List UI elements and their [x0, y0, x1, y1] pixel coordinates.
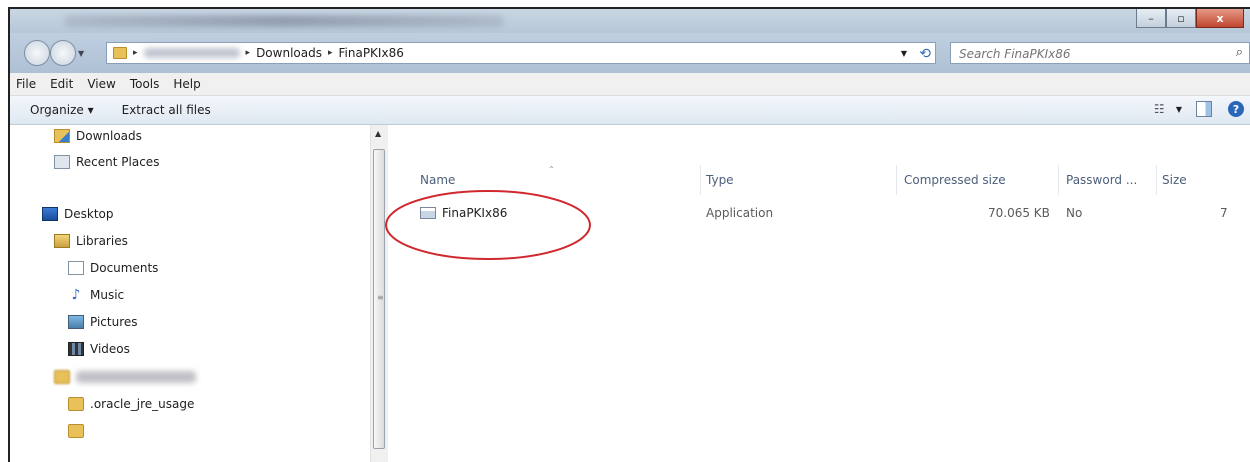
window-controls: – ▫ x — [1136, 9, 1244, 28]
nav-item-label: Videos — [90, 342, 130, 356]
search-input[interactable] — [957, 44, 1221, 64]
file-type-cell: Application — [706, 206, 774, 220]
column-divider[interactable] — [700, 165, 701, 195]
menu-help[interactable]: Help — [173, 77, 200, 91]
command-bar: Organize ▾ Extract all files ☷ ▼ ? — [10, 96, 1250, 125]
address-box[interactable]: ▸ ▸ Downloads ▸ FinaPKIx86 ▼ ⟲ — [106, 42, 936, 64]
change-view-icon[interactable]: ☷ — [1154, 102, 1172, 116]
nav-item-pictures[interactable]: Pictures — [68, 315, 138, 329]
maximize-button[interactable]: ▫ — [1166, 9, 1196, 28]
sort-ascending-icon: ⌃ — [548, 165, 555, 174]
file-name: FinaPKIx86 — [442, 206, 508, 220]
documents-icon — [68, 261, 84, 275]
desktop-icon — [42, 207, 58, 221]
recent-pages-dropdown-icon[interactable]: ▼ — [78, 49, 84, 58]
menu-edit[interactable]: Edit — [50, 77, 73, 91]
nav-item-label: Documents — [90, 261, 159, 275]
back-button[interactable] — [24, 40, 50, 66]
nav-item-documents[interactable]: Documents — [68, 261, 158, 275]
file-list: Name ⌃ Type Compressed size Password ...… — [388, 125, 1250, 462]
application-icon — [420, 207, 436, 219]
nav-item-label: Music — [90, 288, 125, 302]
help-icon[interactable]: ? — [1228, 101, 1244, 117]
nav-item-videos[interactable]: Videos — [68, 342, 130, 356]
forward-button[interactable] — [50, 40, 76, 66]
recent-places-icon — [54, 155, 70, 169]
nav-item-user-folder[interactable] — [54, 370, 196, 384]
nav-item-recent-places[interactable]: Recent Places — [54, 155, 159, 169]
nav-item-downloads[interactable]: Downloads — [54, 129, 142, 143]
blurred-window-title — [64, 15, 504, 27]
folder-icon — [68, 397, 84, 411]
scroll-thumb[interactable]: ≡ — [373, 149, 385, 449]
breadcrumb-separator-icon[interactable]: ▸ — [328, 48, 333, 58]
breadcrumb-finapkix86[interactable]: FinaPKIx86 — [339, 46, 404, 60]
videos-icon — [68, 342, 84, 356]
blurred-user-name — [76, 371, 196, 383]
nav-item-label: Downloads — [76, 129, 142, 143]
menu-file[interactable]: File — [16, 77, 36, 91]
nav-item-music[interactable]: ♪ Music — [68, 287, 125, 303]
folder-icon — [54, 370, 70, 384]
column-divider[interactable] — [1058, 165, 1059, 195]
column-header-size[interactable]: Size — [1162, 173, 1187, 187]
close-button[interactable]: x — [1196, 9, 1244, 28]
address-dropdown-icon[interactable]: ▼ — [901, 49, 907, 58]
music-icon: ♪ — [71, 287, 81, 303]
size-cell: 7 — [1220, 206, 1228, 220]
folder-icon — [68, 424, 84, 438]
breadcrumb-downloads[interactable]: Downloads — [256, 46, 322, 60]
menu-view[interactable]: View — [87, 77, 115, 91]
blurred-user-breadcrumb[interactable] — [143, 48, 240, 58]
column-divider[interactable] — [1156, 165, 1157, 195]
menu-bar: File Edit View Tools Help — [10, 73, 1250, 96]
scroll-up-icon[interactable]: ▲ — [375, 129, 381, 138]
search-icon[interactable]: ⌕ — [1236, 45, 1243, 60]
downloads-folder-icon — [54, 129, 70, 143]
navigation-pane: Downloads Recent Places Desktop Librarie… — [10, 125, 390, 462]
nav-item-desktop[interactable]: Desktop — [42, 207, 114, 221]
nav-item-label: Desktop — [64, 207, 114, 221]
password-cell: No — [1066, 206, 1083, 220]
folder-icon — [113, 47, 127, 59]
nav-item-label: Pictures — [90, 315, 138, 329]
menu-tools[interactable]: Tools — [130, 77, 160, 91]
breadcrumb-separator-icon[interactable]: ▸ — [246, 48, 251, 58]
libraries-icon — [54, 234, 70, 248]
file-name-cell[interactable]: FinaPKIx86 — [420, 206, 507, 220]
nav-item-partial-folder[interactable] — [68, 424, 90, 438]
view-dropdown-icon[interactable]: ▼ — [1176, 105, 1182, 114]
search-box[interactable]: ⌕ — [950, 42, 1250, 64]
organize-button[interactable]: Organize ▾ — [30, 103, 94, 117]
refresh-icon[interactable]: ⟲ — [919, 46, 931, 62]
nav-item-oracle-jre-usage[interactable]: .oracle_jre_usage — [68, 397, 194, 411]
grip-icon: ≡ — [377, 293, 384, 302]
column-header-compressed-size[interactable]: Compressed size — [904, 173, 1006, 187]
nav-item-label: Recent Places — [76, 155, 160, 169]
address-bar: ▼ ▸ ▸ Downloads ▸ FinaPKIx86 ▼ ⟲ ⌕ — [10, 33, 1250, 73]
explorer-window: – ▫ x ▼ ▸ ▸ Downloads ▸ FinaPKIx86 ▼ ⟲ ⌕… — [8, 7, 1250, 462]
minimize-button[interactable]: – — [1136, 9, 1166, 28]
title-bar: – ▫ x — [10, 9, 1250, 33]
breadcrumb-separator-icon[interactable]: ▸ — [133, 48, 138, 58]
column-header-password[interactable]: Password ... — [1066, 173, 1137, 187]
preview-pane-icon[interactable] — [1196, 101, 1212, 117]
column-header-name[interactable]: Name — [420, 173, 455, 187]
pictures-icon — [68, 315, 84, 329]
nav-item-label: Libraries — [76, 234, 128, 248]
column-header-type[interactable]: Type — [706, 173, 734, 187]
compressed-size-cell: 70.065 KB — [988, 206, 1050, 220]
extract-all-files-button[interactable]: Extract all files — [122, 103, 211, 117]
view-controls: ☷ ▼ ? — [1154, 101, 1244, 117]
navigation-scrollbar[interactable]: ▲ ≡ — [370, 125, 389, 462]
nav-item-label: .oracle_jre_usage — [90, 397, 195, 411]
nav-item-libraries[interactable]: Libraries — [54, 234, 128, 248]
column-divider[interactable] — [896, 165, 897, 195]
